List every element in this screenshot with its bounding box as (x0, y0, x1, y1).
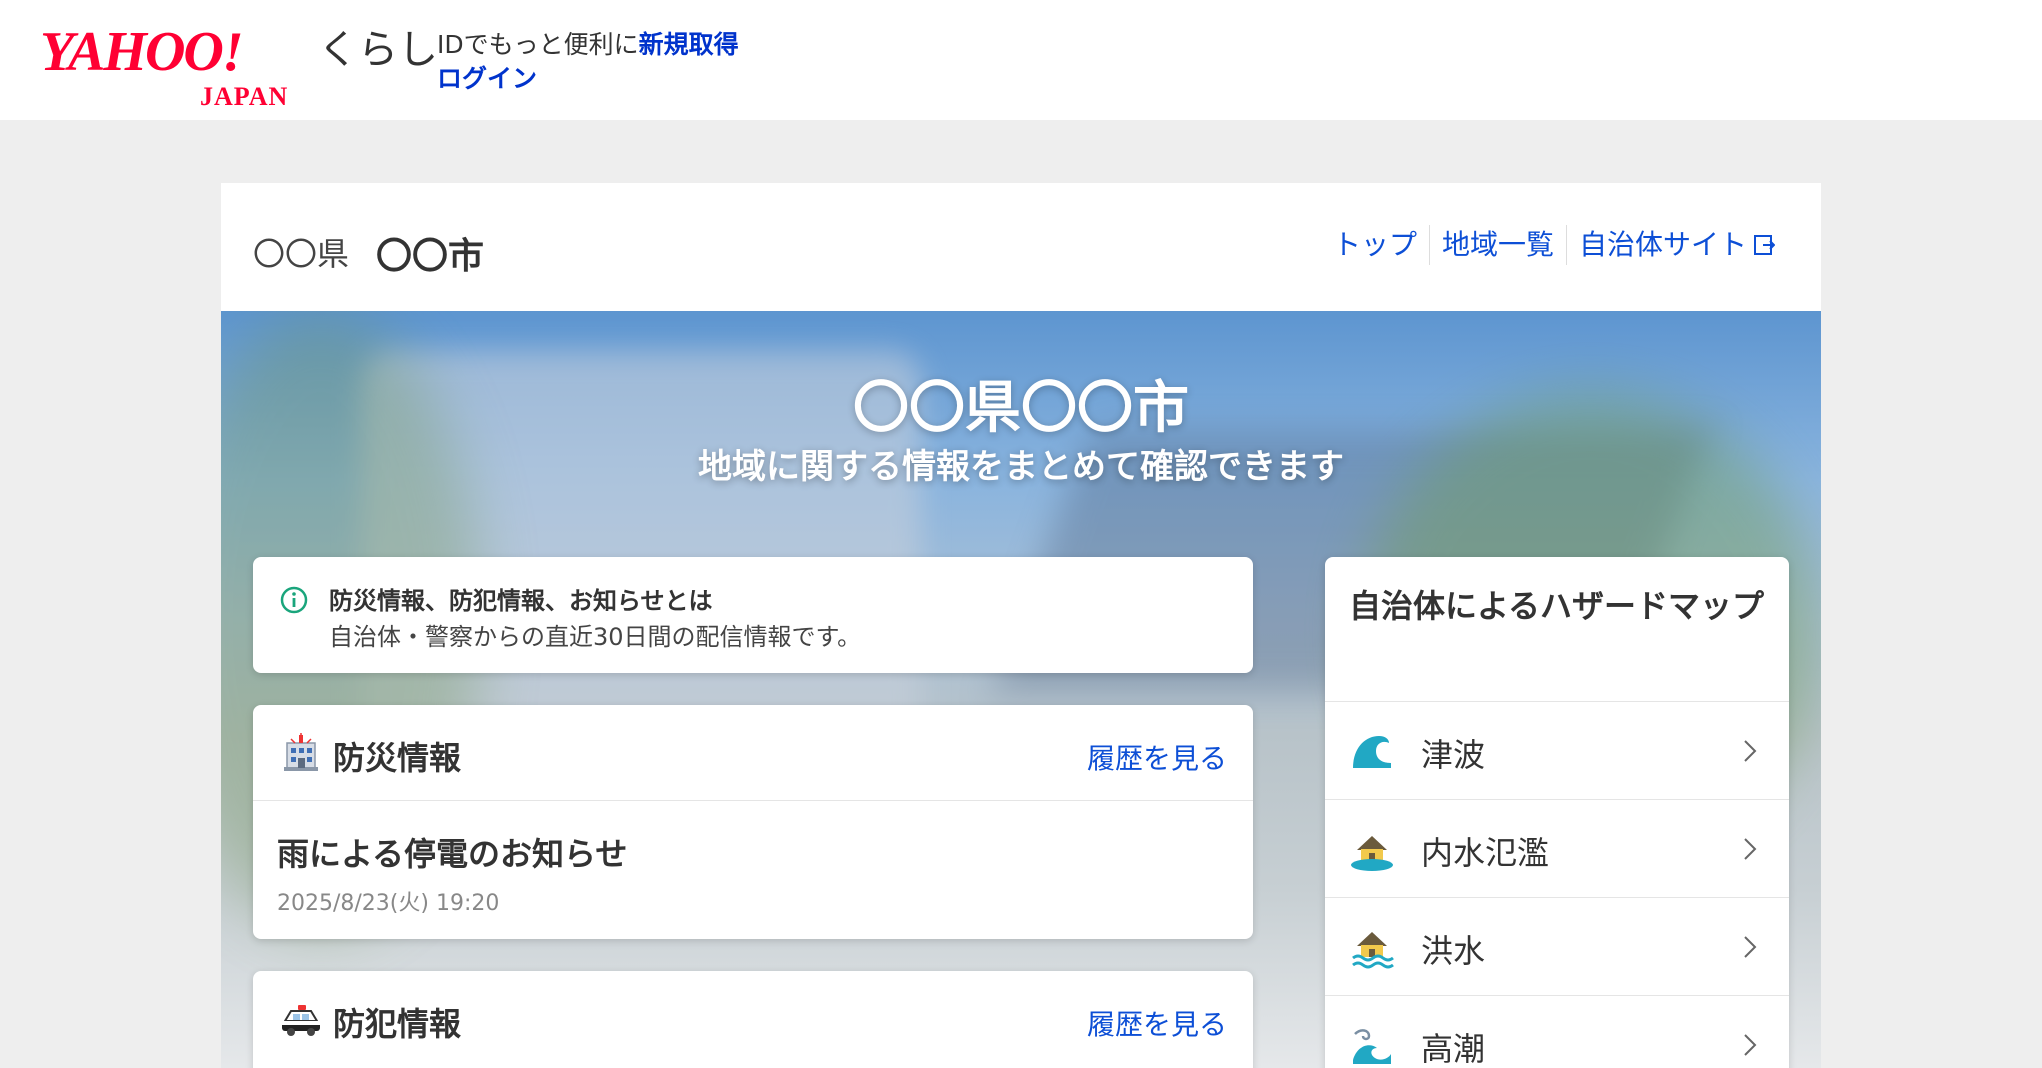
hero-section: 〇〇県〇〇市 地域に関する情報をまとめて確認できます 防災情報、防犯情報、お知ら… (221, 311, 1821, 1068)
site-header: YAHOO! JAPAN くらし IDでもっと便利に新規取得 ログイン (0, 0, 2042, 120)
external-link-icon (1754, 235, 1775, 255)
crime-info-header: 防犯情報 履歴を見る (253, 971, 1253, 1067)
logo-japan-text: JAPAN (200, 82, 289, 111)
crime-info-section: 防犯情報 履歴を見る (253, 971, 1253, 1068)
login-prompt: IDでもっと便利に (437, 30, 639, 59)
tsunami-icon (1353, 736, 1391, 768)
hazard-label: 内水氾濫 (1421, 834, 1550, 872)
hazard-label: 洪水 (1421, 932, 1486, 970)
brand-kurashi[interactable]: くらし (318, 26, 438, 74)
chevron-right-icon (1744, 1034, 1757, 1056)
login-link[interactable]: ログイン (437, 64, 537, 93)
police-car-icon (282, 1005, 320, 1036)
info-description: 自治体・警察からの直近30日間の配信情報です。 (329, 623, 862, 651)
disaster-info-title: 防災情報 (333, 739, 462, 777)
login-prompt-row: IDでもっと便利に新規取得 (437, 28, 739, 62)
chevron-right-icon (1744, 936, 1757, 958)
chevron-right-icon (1744, 740, 1757, 762)
region-nav: トップ 地域一覧 自治体サイト (1321, 225, 1787, 265)
hazard-map-list: 津波 内水氾濫 洪水 高潮 (1325, 701, 1789, 1068)
nav-region-list-label: 地域一覧 (1441, 228, 1554, 261)
chevron-right-icon (1744, 838, 1757, 860)
crime-info-title: 防犯情報 (333, 1005, 462, 1043)
disaster-history-link[interactable]: 履歴を見る (1087, 737, 1227, 777)
hazard-label: 高潮 (1421, 1030, 1486, 1068)
login-area: IDでもっと便利に新規取得 ログイン (437, 28, 739, 93)
info-title: 防災情報、防犯情報、お知らせとは (329, 587, 713, 615)
flood-icon (1352, 932, 1394, 969)
yahoo-japan-logo[interactable]: YAHOO! JAPAN (40, 21, 312, 110)
city-name: 〇〇市 (376, 236, 485, 277)
hazard-map-title: 自治体によるハザードマップ (1349, 587, 1765, 625)
hazard-item-tsunami[interactable]: 津波 (1325, 701, 1789, 799)
region-bar: 〇〇県 〇〇市 トップ 地域一覧 自治体サイト (221, 183, 1821, 311)
prefecture-name: 〇〇県 (253, 235, 350, 273)
hazard-item-flood[interactable]: 洪水 (1325, 897, 1789, 995)
crime-history-link[interactable]: 履歴を見る (1087, 1003, 1227, 1043)
storm-surge-icon (1353, 1029, 1391, 1064)
hazard-item-inland-flood[interactable]: 内水氾濫 (1325, 799, 1789, 897)
register-link[interactable]: 新規取得 (639, 30, 739, 59)
disaster-info-header: 防災情報 履歴を見る (253, 705, 1253, 801)
hero-subtitle: 地域に関する情報をまとめて確認できます (698, 447, 1344, 487)
hazard-map-panel: 自治体によるハザードマップ 津波 内水氾濫 洪水 高潮 (1325, 557, 1789, 1068)
news-title: 雨による停電のお知らせ (277, 835, 628, 873)
hazard-item-storm-surge[interactable]: 高潮 (1325, 995, 1789, 1068)
municipal-building-icon (284, 733, 318, 771)
nav-top-label: トップ (1332, 228, 1417, 261)
nav-municipality-site-link[interactable]: 自治体サイト (1565, 225, 1787, 265)
hero-title: 〇〇県〇〇市 (853, 376, 1189, 441)
region-card: 〇〇県 〇〇市 トップ 地域一覧 自治体サイト 〇〇県〇〇市 地域に関する情報を… (221, 183, 1821, 1068)
info-box: 防災情報、防犯情報、お知らせとは 自治体・警察からの直近30日間の配信情報です。 (253, 557, 1253, 673)
hazard-label: 津波 (1421, 736, 1486, 774)
disaster-info-section: 防災情報 履歴を見る 雨による停電のお知らせ 2025/8/23(火) 19:2… (253, 705, 1253, 939)
nav-region-list-link[interactable]: 地域一覧 (1428, 225, 1566, 265)
nav-municipality-site-label: 自治体サイト (1578, 228, 1747, 261)
nav-top-link[interactable]: トップ (1321, 225, 1429, 265)
news-date: 2025/8/23(火) 19:20 (277, 891, 500, 916)
inland-flood-icon (1351, 836, 1393, 871)
info-icon (280, 586, 308, 614)
logo-yahoo-text: YAHOO! (40, 21, 244, 83)
